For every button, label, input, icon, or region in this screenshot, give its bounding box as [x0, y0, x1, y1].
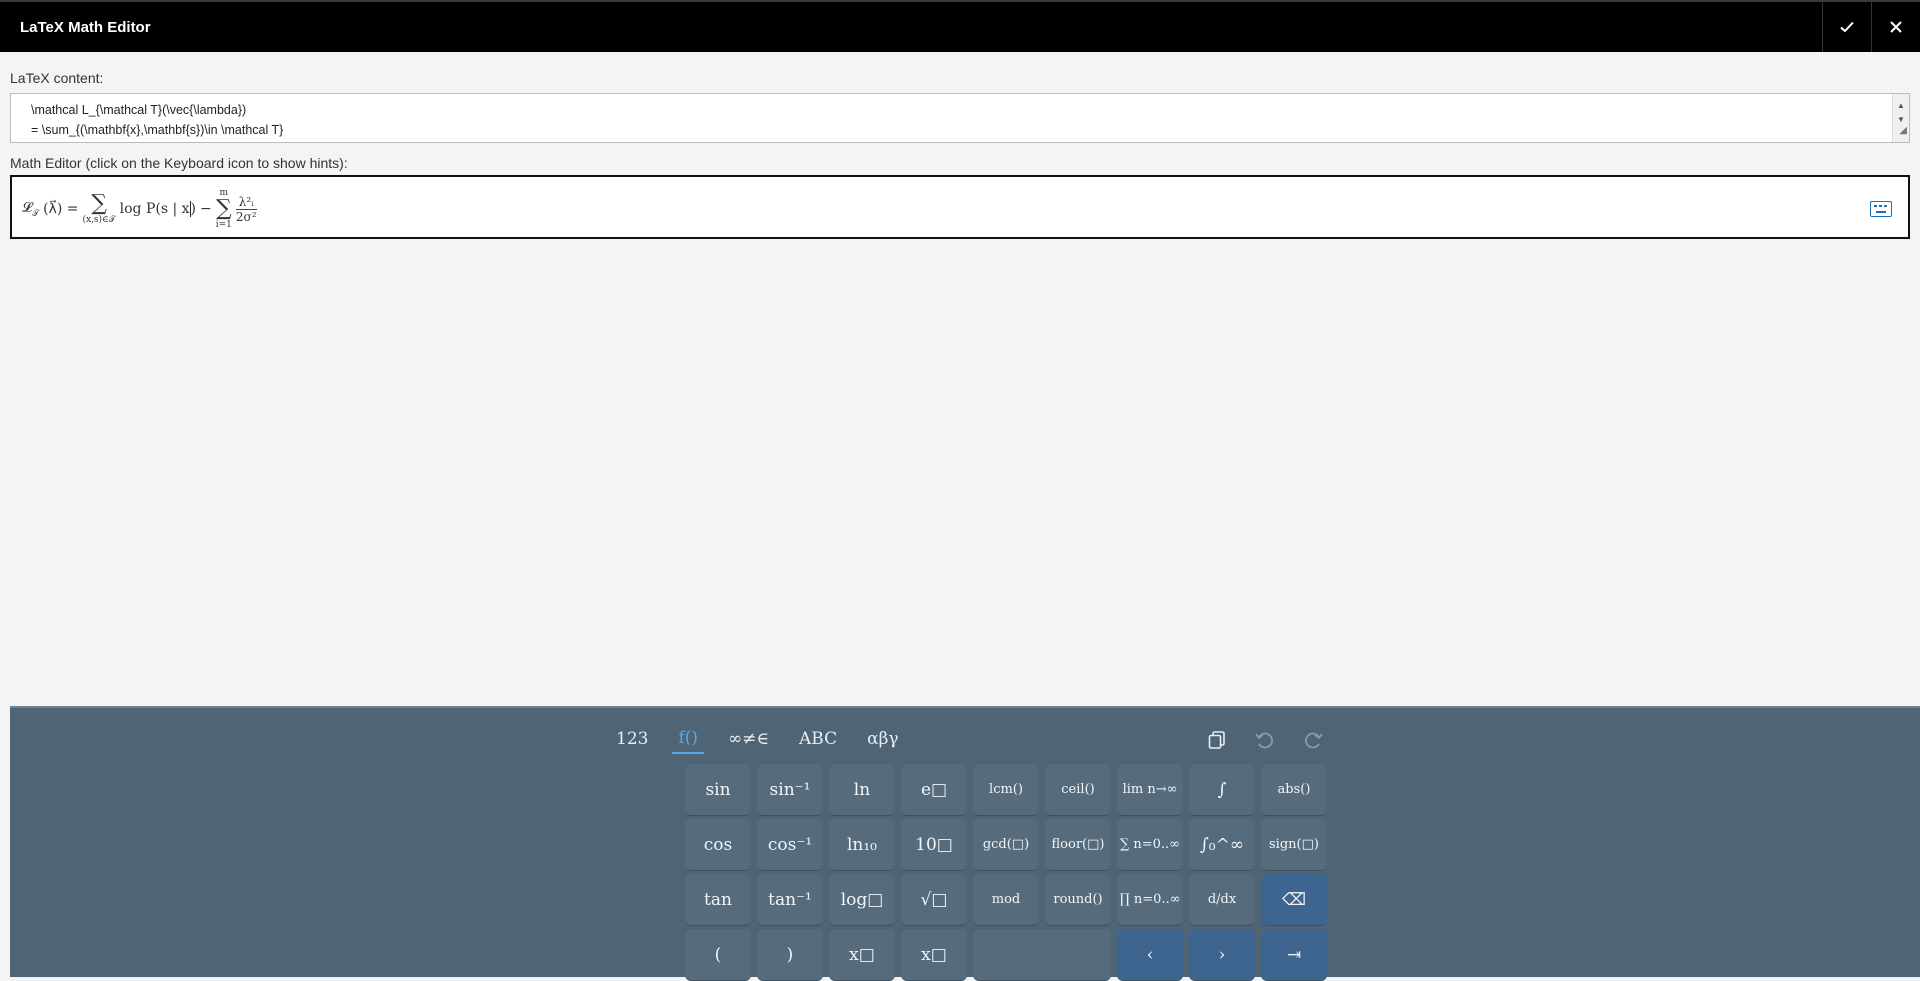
key-tan[interactable]: tan — [685, 874, 751, 926]
latex-line: \mathcal L_{\mathcal T}(\vec{\lambda}) — [31, 103, 247, 117]
fraction: λ²ᵢ 2σ² — [235, 194, 257, 224]
check-icon — [1840, 21, 1854, 33]
expr-minus: − — [200, 201, 212, 217]
arrow-right-icon[interactable]: › — [1189, 929, 1255, 981]
key-abs[interactable]: abs() — [1261, 764, 1327, 816]
key-sin[interactable]: sin — [685, 764, 751, 816]
key-log[interactable]: log□ — [829, 874, 895, 926]
key-ln[interactable]: ln — [829, 764, 895, 816]
tab-symbols[interactable]: ∞≠∈ — [722, 725, 775, 753]
key-open-paren[interactable]: ( — [685, 929, 751, 981]
latex-textarea[interactable]: \mathcal L_{\mathcal T}(\vec{\lambda}) =… — [10, 93, 1910, 143]
keyboard-tabs: 123 f() ∞≠∈ ABC αβγ — [610, 724, 905, 754]
key-space[interactable] — [973, 929, 1111, 981]
tab-numeric[interactable]: 123 — [610, 725, 654, 753]
undo-button[interactable] — [1253, 728, 1277, 752]
key-floor[interactable]: floor(□) — [1045, 819, 1111, 871]
key-lcm[interactable]: lcm() — [973, 764, 1039, 816]
virtual-keyboard: 123 f() ∞≠∈ ABC αβγ sin sin⁻¹ ln e□ lcm(… — [10, 706, 1920, 981]
keyboard-toggle-icon[interactable] — [1870, 201, 1892, 217]
key-arccos[interactable]: cos⁻¹ — [757, 819, 823, 871]
key-round[interactable]: round() — [1045, 874, 1111, 926]
key-grid: sin sin⁻¹ ln e□ lcm() ceil() lim n→∞ ∫ a… — [685, 764, 1327, 981]
title-bar: LaTeX Math Editor — [0, 0, 1920, 52]
tab-alphabetic[interactable]: ABC — [793, 725, 843, 753]
key-arcsin[interactable]: sin⁻¹ — [757, 764, 823, 816]
key-exp[interactable]: e□ — [901, 764, 967, 816]
window-title: LaTeX Math Editor — [20, 18, 151, 36]
textarea-scrollbar[interactable]: ▲ ▼ ◢ — [1892, 94, 1909, 142]
arrow-left-icon[interactable]: ‹ — [1117, 929, 1183, 981]
latex-content-label: LaTeX content: — [10, 70, 104, 86]
key-pow10[interactable]: 10□ — [901, 819, 967, 871]
redo-button[interactable] — [1301, 728, 1325, 752]
expr-lhs: 𝓛𝒯 — [22, 199, 40, 219]
sum-operator: m ∑ i=1 — [215, 188, 232, 230]
key-definite-integral[interactable]: ∫₀^∞ — [1189, 819, 1255, 871]
key-cos[interactable]: cos — [685, 819, 751, 871]
backspace-icon[interactable]: ⌫ — [1261, 874, 1327, 926]
math-editor-label: Math Editor (click on the Keyboard icon … — [10, 155, 348, 171]
key-subscript[interactable]: x□ — [901, 929, 967, 981]
key-product[interactable]: ∏ n=0..∞ — [1117, 874, 1183, 926]
key-mod[interactable]: mod — [973, 874, 1039, 926]
expr-term: log P(s | x) — [119, 201, 196, 217]
key-sum[interactable]: ∑ n=0..∞ — [1117, 819, 1183, 871]
math-editor-field[interactable]: 𝓛𝒯 (λ⃗) = ∑ (x,s)∈𝒯 log P(s | x) − m ∑ i… — [10, 175, 1910, 239]
tab-greek[interactable]: αβγ — [861, 725, 904, 753]
key-limit[interactable]: lim n→∞ — [1117, 764, 1183, 816]
sum-operator: ∑ (x,s)∈𝒯 — [82, 191, 116, 226]
key-sign[interactable]: sign(□) — [1261, 819, 1327, 871]
close-icon — [1890, 21, 1902, 33]
key-derivative[interactable]: d/dx — [1189, 874, 1255, 926]
redo-icon — [1305, 732, 1323, 749]
tab-forward-icon[interactable]: ⇥ — [1261, 929, 1327, 981]
key-integral[interactable]: ∫ — [1189, 764, 1255, 816]
key-ceil[interactable]: ceil() — [1045, 764, 1111, 816]
copy-button[interactable] — [1205, 728, 1229, 752]
undo-icon — [1255, 732, 1273, 749]
key-ln10[interactable]: ln₁₀ — [829, 819, 895, 871]
tab-functions[interactable]: f() — [672, 724, 705, 754]
key-gcd[interactable]: gcd(□) — [973, 819, 1039, 871]
key-arctan[interactable]: tan⁻¹ — [757, 874, 823, 926]
copy-icon — [1208, 731, 1225, 749]
key-close-paren[interactable]: ) — [757, 929, 823, 981]
math-expression: 𝓛𝒯 (λ⃗) = ∑ (x,s)∈𝒯 log P(s | x) − m ∑ i… — [22, 187, 257, 231]
expr-arg: (λ⃗) = — [43, 201, 79, 217]
confirm-button[interactable] — [1822, 2, 1871, 52]
resize-grip-icon[interactable]: ◢ — [1899, 121, 1907, 141]
key-superscript[interactable]: x□ — [829, 929, 895, 981]
key-sqrt[interactable]: √□ — [901, 874, 967, 926]
latex-line: = \sum_{(\mathbf{x},\mathbf{s})\in \math… — [31, 123, 284, 137]
close-button[interactable] — [1871, 2, 1920, 52]
keyboard-actions — [1205, 728, 1325, 752]
